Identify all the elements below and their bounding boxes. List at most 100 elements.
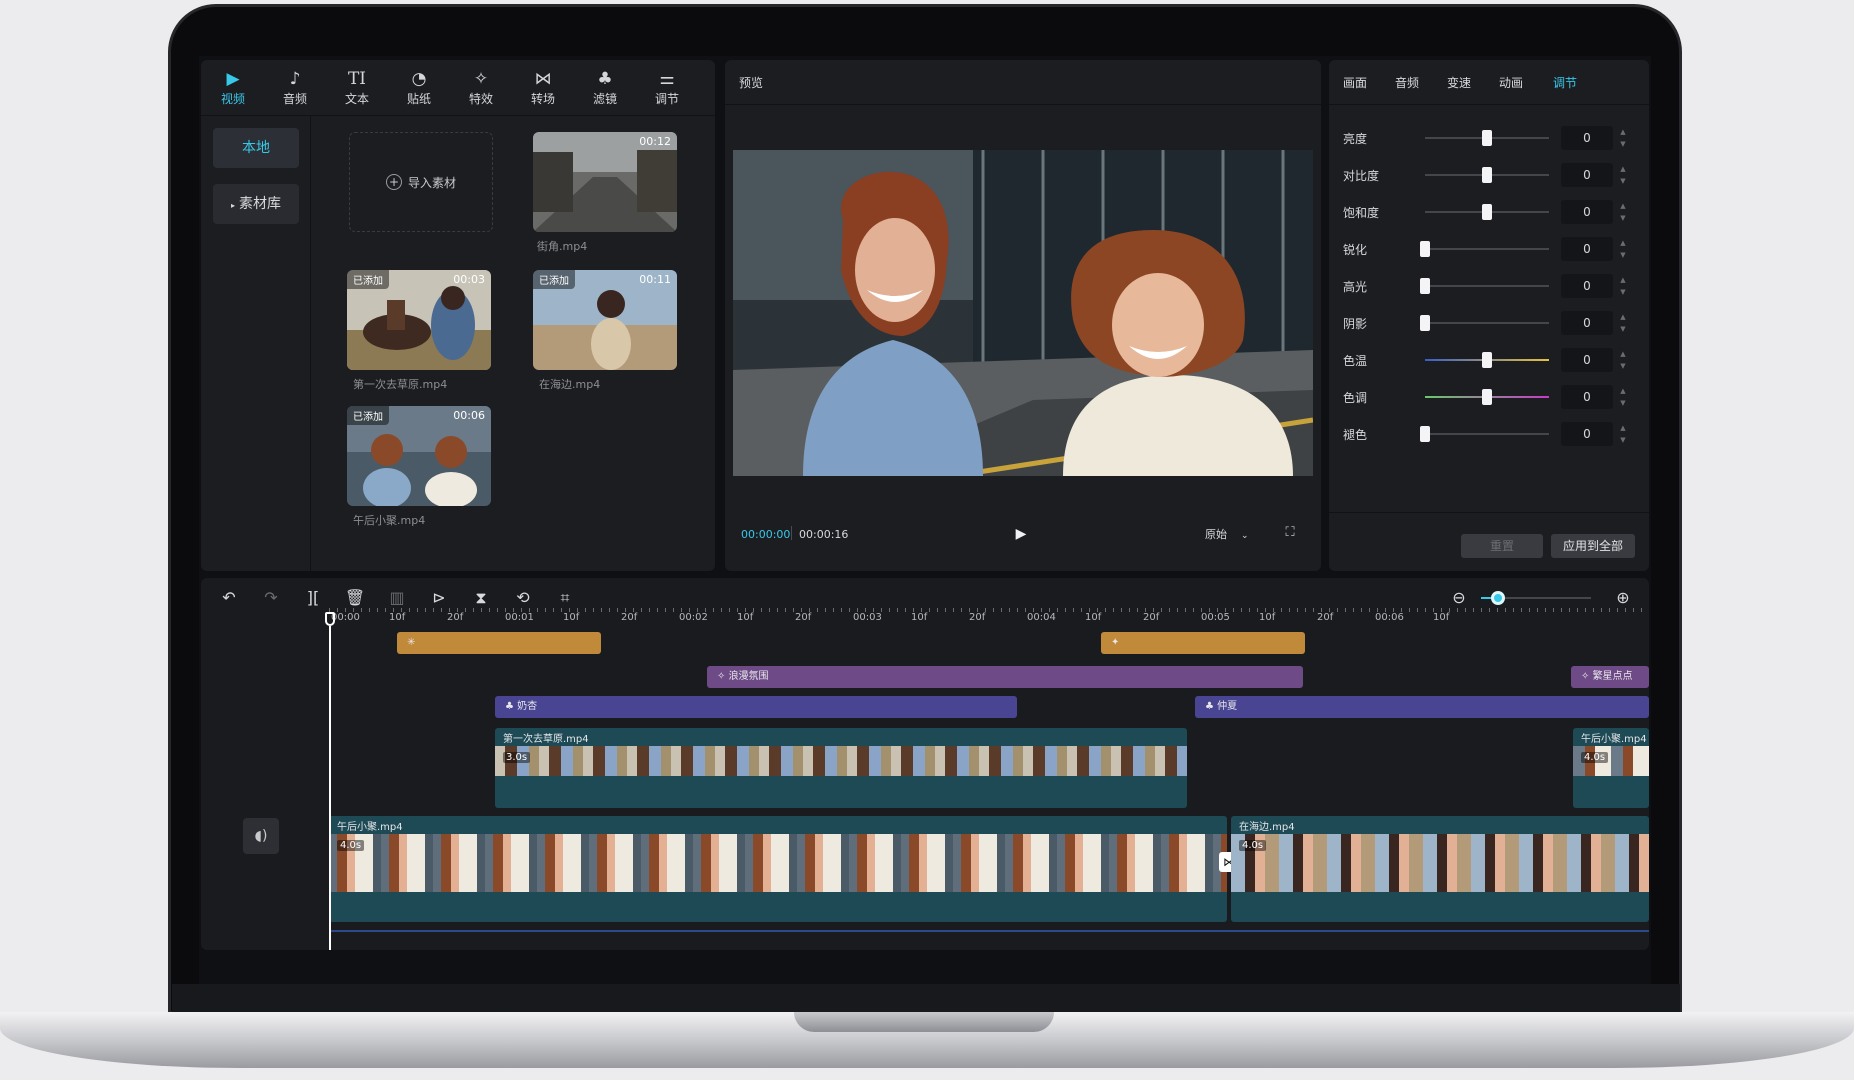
adjust-icon: ⚌ — [659, 69, 675, 89]
chevron-down-icon: ⌄ — [1241, 531, 1249, 541]
stepper-icon[interactable]: ▲ ▼ — [1617, 200, 1629, 224]
clip-name: 午后小聚.mp4 — [337, 822, 403, 833]
main-clip[interactable]: 午后小聚.mp4 4.0s — [329, 816, 1227, 922]
tab-filter[interactable]: ♣ 滤镜 — [577, 68, 633, 112]
tab-label: 贴纸 — [406, 92, 431, 106]
adjust-value-input[interactable]: 0 — [1561, 200, 1613, 224]
adjust-slider[interactable] — [1425, 285, 1549, 287]
playhead[interactable] — [325, 612, 335, 950]
adjust-value-input[interactable]: 0 — [1561, 237, 1613, 261]
tab-adjust-settings[interactable]: 调节 — [1553, 74, 1577, 91]
stepper-icon[interactable]: ▲ ▼ — [1617, 126, 1629, 150]
sticker-clip[interactable]: ✦ — [1101, 632, 1305, 654]
filmstrip — [1231, 834, 1649, 892]
reset-button[interactable]: 重置 — [1461, 534, 1543, 558]
fullscreen-button[interactable]: ⛶ — [1281, 524, 1299, 542]
sticker-clip[interactable]: ✳ — [397, 632, 601, 654]
stepper-icon[interactable]: ▲ ▼ — [1617, 348, 1629, 372]
adjust-row: 褪色 0 ▲ ▼ — [1343, 422, 1643, 446]
sidebar-item-library[interactable]: ▸ 素材库 — [213, 184, 299, 224]
adjust-value-input[interactable]: 0 — [1561, 422, 1613, 446]
media-panel: ▶ 视频 ♪ 音频 TI 文本 ◔ 贴纸 ✧ 特效 ⋈ 转场 ♣ 滤镜 ⚌ 调节 本地 ▸ 素材库… — [201, 60, 715, 571]
tab-audio[interactable]: ♪ 音频 — [267, 68, 323, 112]
tab-text[interactable]: TI 文本 — [329, 68, 385, 112]
clip-duration: 00:11 — [639, 273, 671, 286]
adjust-value-input[interactable]: 0 — [1561, 163, 1613, 187]
preview-panel: 预览 00:00:00 00:00:16 ▶ 原始 ⌄ ⛶ — [725, 60, 1321, 571]
media-thumb-grassland[interactable]: 已添加 00:03 — [347, 270, 491, 370]
effect-clip[interactable]: ✧ 繁星点点 — [1571, 666, 1649, 688]
adjust-slider-knob[interactable] — [1482, 389, 1492, 405]
import-media-button[interactable]: + 导入素材 — [349, 132, 493, 232]
adjust-value-input[interactable]: 0 — [1561, 348, 1613, 372]
adjust-label: 阴影 — [1343, 317, 1368, 331]
adjust-row: 亮度 0 ▲ ▼ — [1343, 126, 1643, 150]
plus-icon: + — [385, 174, 402, 190]
adjust-slider[interactable] — [1425, 322, 1549, 324]
tab-video[interactable]: ▶ 视频 — [205, 68, 261, 112]
play-button[interactable]: ▶ — [1011, 524, 1031, 544]
filter-label: 奶杏 — [517, 701, 538, 712]
filter-icon: ♣ — [1205, 701, 1218, 712]
stepper-icon[interactable]: ▲ ▼ — [1617, 385, 1629, 409]
adjust-slider-knob[interactable] — [1482, 167, 1492, 183]
stepper-icon[interactable]: ▲ ▼ — [1617, 237, 1629, 261]
video-icon: ▶ — [226, 69, 240, 89]
tab-transition[interactable]: ⋈ 转场 — [515, 68, 571, 112]
filter-icon: ♣ — [505, 701, 518, 712]
tab-effects[interactable]: ✧ 特效 — [453, 68, 509, 112]
adjust-slider-knob[interactable] — [1420, 278, 1430, 294]
filter-clip[interactable]: ♣ 仲夏 — [1195, 696, 1649, 718]
adjust-slider[interactable] — [1425, 248, 1549, 250]
tab-adjust[interactable]: ⚌ 调节 — [639, 68, 695, 112]
stepper-icon[interactable]: ▲ ▼ — [1617, 274, 1629, 298]
overlay-clip[interactable]: 第一次去草原.mp4 3.0s — [495, 728, 1187, 808]
apply-all-button[interactable]: 应用到全部 — [1551, 534, 1635, 558]
tab-picture[interactable]: 画面 — [1343, 74, 1367, 91]
tab-label: 音频 — [282, 92, 307, 106]
adjust-slider-knob[interactable] — [1420, 315, 1430, 331]
tab-sticker[interactable]: ◔ 贴纸 — [391, 68, 447, 112]
clip-duration: 4.0s — [1239, 840, 1267, 851]
media-thumb-street[interactable]: 00:12 — [533, 132, 677, 232]
adjust-label: 色温 — [1343, 354, 1368, 368]
tab-animation[interactable]: 动画 — [1499, 74, 1523, 91]
tab-speed[interactable]: 变速 — [1447, 74, 1471, 91]
adjust-slider-knob[interactable] — [1482, 204, 1492, 220]
ruler-label: 10f — [563, 612, 580, 623]
filter-clip[interactable]: ♣ 奶杏 — [495, 696, 1017, 718]
mute-track-button[interactable]: ◖) — [243, 818, 279, 854]
adjust-slider-knob[interactable] — [1482, 130, 1492, 146]
adjust-slider-knob[interactable] — [1420, 241, 1430, 257]
clip-duration: 4.0s — [337, 840, 365, 851]
media-thumb-afternoon[interactable]: 已添加 00:06 — [347, 406, 491, 506]
adjust-value-input[interactable]: 0 — [1561, 274, 1613, 298]
adjust-slider-knob[interactable] — [1420, 426, 1430, 442]
sidebar-item-local[interactable]: 本地 — [213, 128, 299, 168]
time-separator — [791, 526, 792, 540]
overlay-clip[interactable]: 午后小聚.mp4 4.0s — [1573, 728, 1649, 808]
stepper-icon[interactable]: ▲ ▼ — [1617, 163, 1629, 187]
ruler-label: 20f — [795, 612, 812, 623]
adjust-value-input[interactable]: 0 — [1561, 126, 1613, 150]
laptop-frame: ▶ 视频 ♪ 音频 TI 文本 ◔ 贴纸 ✧ 特效 ⋈ 转场 ♣ 滤镜 ⚌ 调节 本地 ▸ 素材库… — [0, 0, 1854, 1080]
main-clip[interactable]: 在海边.mp4 4.0s — [1231, 816, 1649, 922]
effects-icon: ✧ — [473, 69, 489, 89]
adjust-value-input[interactable]: 0 — [1561, 385, 1613, 409]
adjust-label: 褪色 — [1343, 428, 1368, 442]
media-thumb-seaside[interactable]: 已添加 00:11 — [533, 270, 677, 370]
ratio-select[interactable]: 原始 ⌄ — [1205, 526, 1265, 544]
tab-adjust-audio[interactable]: 音频 — [1395, 74, 1419, 91]
stepper-icon[interactable]: ▲ ▼ — [1617, 311, 1629, 335]
adjust-slider-knob[interactable] — [1482, 352, 1492, 368]
adjust-row: 色调 0 ▲ ▼ — [1343, 385, 1643, 409]
adjust-slider[interactable] — [1425, 433, 1549, 435]
adjust-value-input[interactable]: 0 — [1561, 311, 1613, 335]
tab-label: 视频 — [220, 92, 245, 106]
effect-clip[interactable]: ✧ 浪漫氛围 — [707, 666, 1303, 688]
filmstrip — [329, 834, 1227, 892]
stepper-icon[interactable]: ▲ ▼ — [1617, 422, 1629, 446]
ruler-label: 10f — [389, 612, 406, 623]
playhead-handle[interactable] — [325, 612, 335, 626]
ruler-label: 10f — [1433, 612, 1450, 623]
